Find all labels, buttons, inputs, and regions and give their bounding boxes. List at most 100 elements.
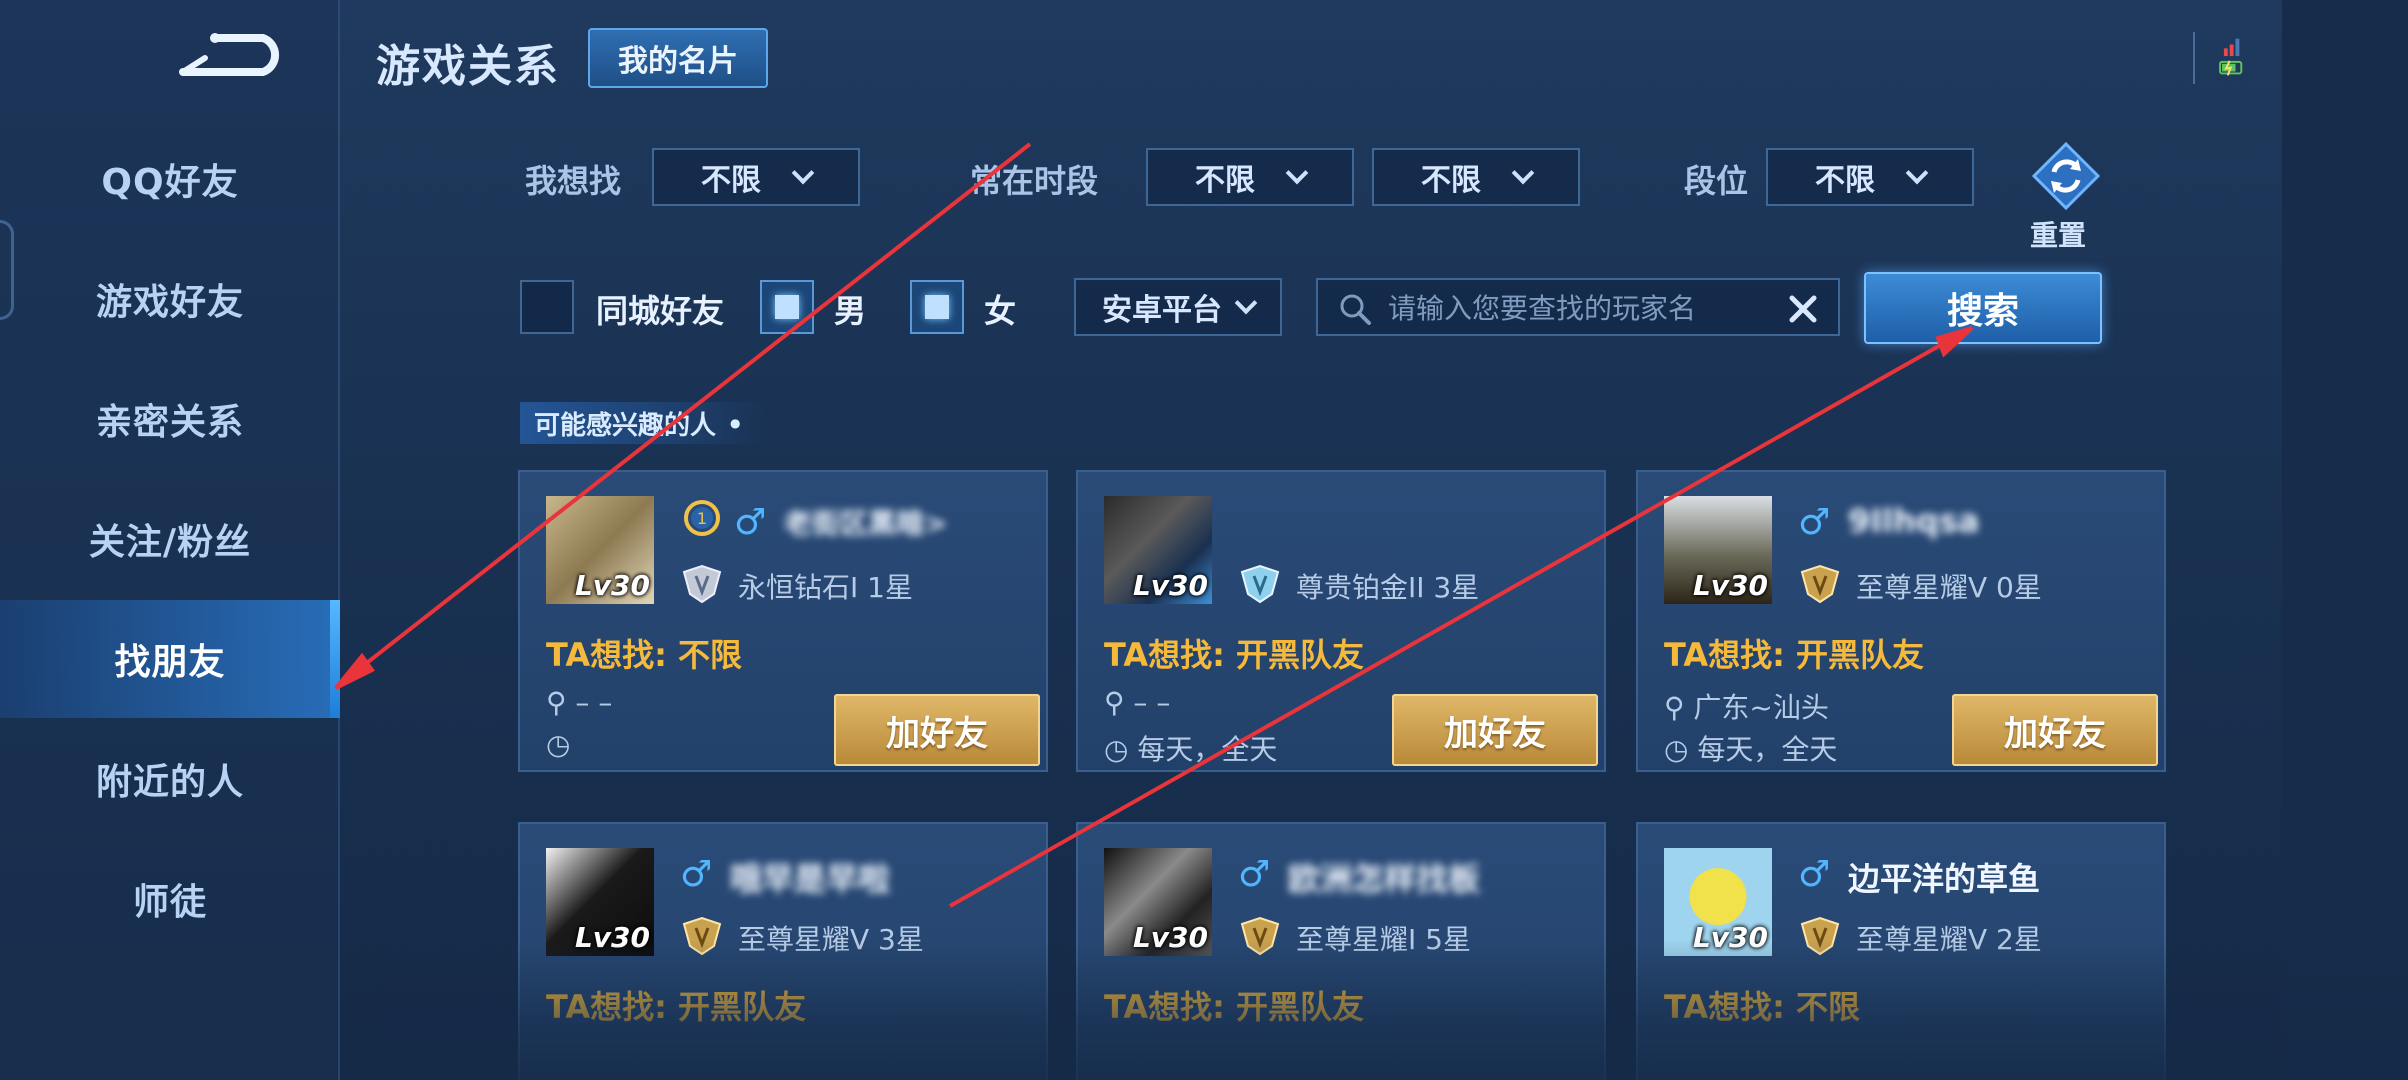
active-time-dropdown-1[interactable]: 不限 [1146, 148, 1354, 206]
female-label: 女 [984, 292, 1017, 330]
active-time-value-2: 不限 [1421, 163, 1481, 198]
clock-icon: ◷ [1664, 733, 1689, 766]
level-badge: Lv30 [574, 921, 650, 954]
level-badge: Lv30 [1692, 569, 1768, 602]
sidebar-item-find-friends[interactable]: 找朋友 [0, 600, 340, 718]
male-icon: ♂ [734, 502, 767, 543]
player-card[interactable]: Lv30 ♂ 边平洋的草鱼 至尊星耀V 2星 TA想找: 不限 [1636, 822, 2166, 1080]
player-name: 9Ilhqsa [1848, 502, 1980, 540]
online-time-text: 每天，全天 [1697, 733, 1838, 766]
rank-label: 段位 [1684, 162, 1749, 200]
clock-icon: ◷ [546, 728, 571, 761]
my-card-button[interactable]: 我的名片 [588, 28, 768, 88]
search-button[interactable]: 搜索 [1864, 272, 2102, 344]
level-badge: Lv30 [574, 569, 650, 602]
wants-text: TA想找: 开黑队友 [1664, 636, 1925, 674]
location-pin-icon: ⚲ [546, 686, 567, 719]
male-icon: ♂ [1798, 854, 1831, 895]
reset-label: 重置 [2030, 219, 2087, 252]
level-badge: Lv30 [1132, 569, 1208, 602]
rank-number-badge-icon: 1 [684, 500, 720, 536]
active-time-value-1: 不限 [1195, 163, 1255, 198]
reset-icon[interactable] [2032, 142, 2100, 210]
looking-for-dropdown[interactable]: 不限 [652, 148, 860, 206]
female-checkbox[interactable] [910, 280, 964, 334]
rank-text: 永恒钻石I 1星 [738, 571, 913, 604]
avatar: Lv30 [546, 848, 654, 956]
wants-text: TA想找: 开黑队友 [1104, 636, 1365, 674]
star-glory-rank-icon [1240, 916, 1280, 956]
sidebar-item-intimate[interactable]: 亲密关系 [0, 360, 340, 478]
sidebar-item-follow-fans[interactable]: 关注/粉丝 [0, 480, 340, 598]
platform-dropdown[interactable]: 安卓平台 [1074, 278, 1282, 336]
location-pin-icon: ⚲ [1104, 686, 1125, 719]
star-glory-rank-icon [682, 916, 722, 956]
avatar: Lv30 [1664, 496, 1772, 604]
location: ⚲ 广东~汕头 [1664, 686, 1829, 726]
male-icon: ♂ [1238, 854, 1271, 895]
male-icon: ♂ [680, 854, 713, 895]
right-edge-panel [2282, 0, 2408, 1080]
add-friend-button[interactable]: 加好友 [1952, 694, 2158, 766]
search-icon [1340, 294, 1371, 325]
sidebar-item-game-friends[interactable]: 游戏好友 [0, 240, 340, 358]
looking-for-label: 我想找 [525, 162, 622, 200]
sidebar-item-nearby[interactable]: 附近的人 [0, 720, 340, 838]
rank-number: 1 [697, 509, 707, 528]
signal-battery-icon [2193, 32, 2243, 84]
player-name: 边平洋的草鱼 [1848, 860, 2041, 898]
rank-text: 至尊星耀V 2星 [1856, 923, 2042, 956]
active-time-label: 常在时段 [970, 162, 1099, 200]
avatar: Lv30 [1104, 848, 1212, 956]
player-card[interactable]: Lv30 1 ♂ 老街区黑暗> 永恒钻石I 1星 TA想找: 不限 ⚲ – – … [518, 470, 1048, 772]
male-label: 男 [834, 292, 867, 330]
player-search-box [1316, 278, 1840, 336]
page-title: 游戏关系 [376, 41, 560, 92]
wants-text: TA想找: 不限 [1664, 988, 1861, 1026]
section-title: 可能感兴趣的人 ● [520, 402, 770, 444]
player-search-input[interactable] [1388, 288, 1778, 328]
add-friend-button[interactable]: 加好友 [1392, 694, 1598, 766]
chevron-down-icon [1285, 161, 1309, 185]
online-time: ◷ 每天，全天 [1664, 728, 1837, 768]
rank-text: 至尊星耀V 3星 [738, 923, 924, 956]
wants-text: TA想找: 不限 [546, 636, 743, 674]
level-badge: Lv30 [1692, 921, 1768, 954]
player-name: 哦早是早啦 [730, 860, 891, 898]
rank-text: 至尊星耀I 5星 [1296, 923, 1471, 956]
rank-text: 至尊星耀V 0星 [1856, 571, 2042, 604]
star-glory-rank-icon [1800, 564, 1840, 604]
location: ⚲ – – [1104, 686, 1170, 719]
location-pin-icon: ⚲ [1664, 691, 1685, 724]
same-city-label: 同城好友 [596, 292, 725, 330]
sidebar-item-qq-friends[interactable]: QQ好友 [0, 120, 340, 238]
location-text: 广东~汕头 [1693, 691, 1829, 724]
clock-icon: ◷ [1104, 733, 1129, 766]
rank-dropdown[interactable]: 不限 [1766, 148, 1974, 206]
male-checkbox[interactable] [760, 280, 814, 334]
looking-for-value: 不限 [701, 163, 761, 198]
clear-icon[interactable] [1788, 294, 1818, 324]
location-text: – – [575, 686, 613, 719]
sidebar-item-mentor[interactable]: 师徒 [0, 840, 340, 958]
wants-text: TA想找: 开黑队友 [546, 988, 807, 1026]
same-city-checkbox[interactable] [520, 280, 574, 334]
sidebar: QQ好友 游戏好友 亲密关系 关注/粉丝 找朋友 附近的人 师徒 [0, 0, 340, 1080]
online-time: ◷ [546, 728, 570, 761]
diamond-rank-icon [682, 564, 722, 604]
back-arrow-icon[interactable] [175, 28, 285, 84]
chevron-down-icon [1234, 291, 1258, 315]
level-badge: Lv30 [1132, 921, 1208, 954]
avatar: Lv30 [546, 496, 654, 604]
player-card[interactable]: Lv30 尊贵铂金II 3星 TA想找: 开黑队友 ⚲ – – ◷ 每天，全天 … [1076, 470, 1606, 772]
player-card[interactable]: Lv30 ♂ 欧洲怎样找板 至尊星耀I 5星 TA想找: 开黑队友 [1076, 822, 1606, 1080]
male-icon: ♂ [1798, 502, 1831, 543]
avatar: Lv30 [1664, 848, 1772, 956]
add-friend-button[interactable]: 加好友 [834, 694, 1040, 766]
player-card[interactable]: Lv30 ♂ 哦早是早啦 至尊星耀V 3星 TA想找: 开黑队友 [518, 822, 1048, 1080]
section-title-text: 可能感兴趣的人 [534, 410, 717, 441]
active-time-dropdown-2[interactable]: 不限 [1372, 148, 1580, 206]
player-card[interactable]: Lv30 ♂ 9Ilhqsa 至尊星耀V 0星 TA想找: 开黑队友 ⚲ 广东~… [1636, 470, 2166, 772]
online-time: ◷ 每天，全天 [1104, 728, 1277, 768]
location-text: – – [1133, 686, 1171, 719]
